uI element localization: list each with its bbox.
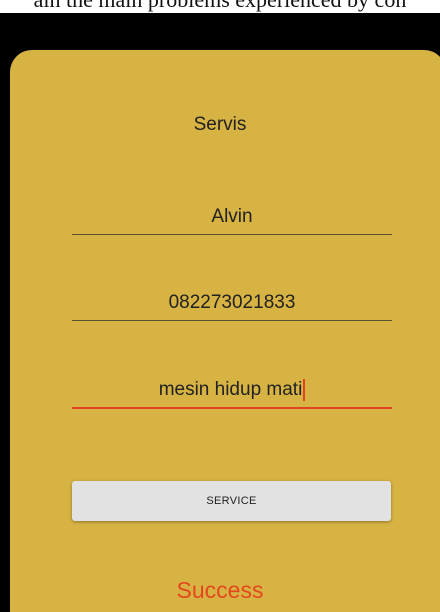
caption-text: ain the main problems experienced by con [0, 0, 440, 12]
phone-number-field[interactable]: 082273021833 [72, 281, 392, 321]
status-message: Success [176, 577, 264, 603]
page-title: Servis [193, 114, 247, 135]
problem-description-field[interactable]: mesin hidup mati [72, 369, 392, 409]
phone-number-field-value: 082273021833 [168, 292, 296, 313]
service-button[interactable]: SERVICE [72, 481, 391, 521]
problem-description-field-value: mesin hidup mati [158, 379, 303, 400]
name-field-value: Alvin [211, 206, 253, 227]
name-field[interactable]: Alvin [72, 195, 392, 235]
text-cursor [303, 379, 306, 401]
